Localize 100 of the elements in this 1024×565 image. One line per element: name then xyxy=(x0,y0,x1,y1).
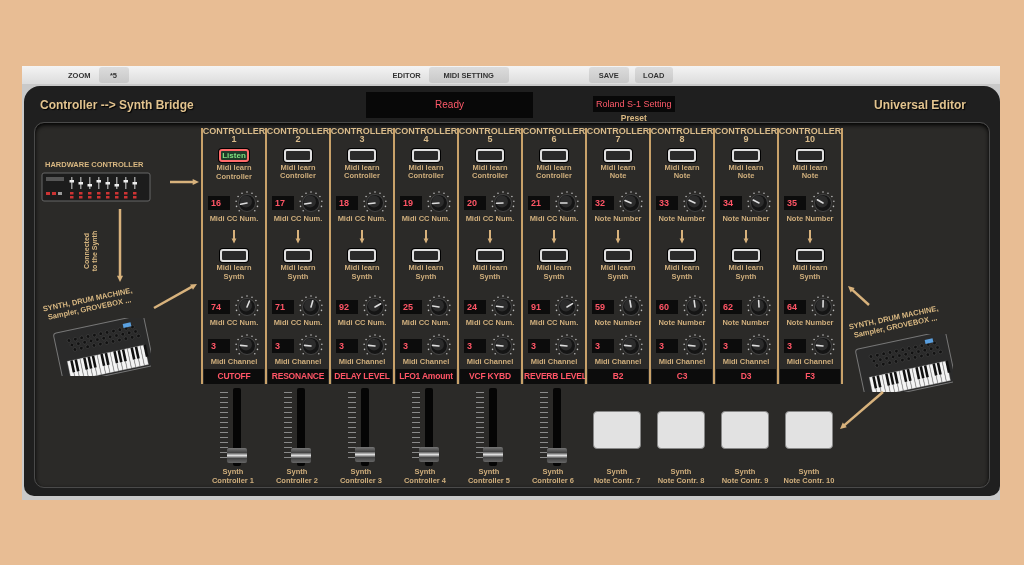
fader[interactable] xyxy=(412,387,438,466)
value-display: 92 xyxy=(336,300,358,314)
value-display: 17 xyxy=(272,195,294,210)
learn-button[interactable] xyxy=(732,149,760,162)
parameter-name: CUTOFF xyxy=(204,369,264,384)
fader-thumb[interactable] xyxy=(355,447,375,463)
value-display: 3 xyxy=(656,339,678,353)
learn-button[interactable] xyxy=(476,249,504,262)
value-display: 3 xyxy=(784,339,806,353)
value-display: 60 xyxy=(656,300,678,314)
learn-button[interactable] xyxy=(732,249,760,262)
value-display: 32 xyxy=(592,195,614,210)
value-display: 3 xyxy=(592,339,614,353)
note-pad[interactable] xyxy=(785,410,833,449)
parameter-name: RESONANCE xyxy=(268,369,328,384)
learn-button[interactable] xyxy=(796,249,824,262)
value-display: 18 xyxy=(336,195,358,210)
arrow-icon xyxy=(115,208,125,284)
parameter-name: VCF KYBD xyxy=(460,369,520,384)
header-label: CONTROLLER xyxy=(266,127,330,136)
value-display: 59 xyxy=(592,300,614,314)
value-display: 91 xyxy=(528,300,550,314)
controller-number: 6 xyxy=(551,135,557,144)
controller-number: 4 xyxy=(423,135,429,144)
value-display: 33 xyxy=(656,195,678,210)
note-pad[interactable] xyxy=(721,410,769,449)
note-pad[interactable] xyxy=(593,410,641,449)
controller-number: 1 xyxy=(231,135,237,144)
learn-button[interactable] xyxy=(220,249,248,262)
header-label: CONTROLLER xyxy=(650,127,714,136)
value-display: 62 xyxy=(720,300,742,314)
arrow-icon xyxy=(839,391,885,431)
header-label: CONTROLLER xyxy=(778,127,842,136)
arrow-icon xyxy=(169,177,201,187)
learn-button[interactable] xyxy=(604,249,632,262)
controller-number: 7 xyxy=(615,135,621,144)
fader-thumb[interactable] xyxy=(291,448,311,463)
fader-thumb[interactable] xyxy=(227,448,247,463)
learn-button[interactable] xyxy=(348,149,376,162)
controller-number: 3 xyxy=(359,135,365,144)
value-display: 3 xyxy=(272,339,294,353)
value-display: 35 xyxy=(784,195,806,210)
learn-button[interactable] xyxy=(668,249,696,262)
header-label: CONTROLLER xyxy=(458,127,522,136)
preset-label: Preset xyxy=(620,112,647,123)
value-display: 34 xyxy=(720,195,742,210)
header-label: CONTROLLER xyxy=(394,127,458,136)
controller-number: 10 xyxy=(805,135,815,144)
value-display: 16 xyxy=(208,196,230,210)
learn-button[interactable] xyxy=(540,249,568,262)
header-label: CONTROLLER xyxy=(522,127,586,136)
controller-number: 8 xyxy=(679,135,685,144)
learn-button[interactable] xyxy=(604,149,632,162)
fader[interactable] xyxy=(348,387,374,466)
learn-button[interactable] xyxy=(476,149,504,162)
value-display: 64 xyxy=(784,300,806,314)
value-display: 3 xyxy=(400,339,422,353)
learn-button[interactable] xyxy=(284,149,312,162)
learn-button[interactable] xyxy=(540,149,568,162)
value-display: 20 xyxy=(464,195,486,210)
fader[interactable] xyxy=(284,387,310,466)
fader-thumb[interactable] xyxy=(547,448,567,463)
fader-thumb[interactable] xyxy=(419,446,439,462)
value-display: 24 xyxy=(464,300,486,314)
header-label: CONTROLLER xyxy=(202,127,266,136)
parameter-name: C3 xyxy=(652,369,712,384)
learn-button[interactable] xyxy=(348,249,376,262)
controller-number: 2 xyxy=(295,135,301,144)
status-display: Ready xyxy=(366,92,533,118)
parameter-name: LFO1 Amount xyxy=(396,369,456,384)
controller-number: 9 xyxy=(743,135,749,144)
learn-button[interactable] xyxy=(668,149,696,162)
parameter-name: REVERB LEVEL xyxy=(524,369,584,384)
app-title: Universal Editor xyxy=(873,98,966,112)
learn-button[interactable] xyxy=(412,249,440,262)
note-pad[interactable] xyxy=(657,410,705,449)
value-display: 19 xyxy=(400,195,422,210)
value-display: 3 xyxy=(528,339,550,353)
parameter-name: DELAY LEVEL xyxy=(332,369,392,384)
arrow-icon xyxy=(847,285,871,307)
value-display: 3 xyxy=(208,339,230,353)
value-display: 3 xyxy=(336,339,358,353)
value-display: 25 xyxy=(400,300,422,314)
learn-button[interactable] xyxy=(796,149,824,162)
parameter-name: F3 xyxy=(780,369,840,384)
value-display: 21 xyxy=(528,195,550,210)
value-display: 74 xyxy=(208,300,230,314)
learn-button[interactable] xyxy=(284,249,312,262)
learn-button[interactable]: Listen xyxy=(219,149,249,162)
fader[interactable] xyxy=(540,387,566,466)
parameter-name: B2 xyxy=(588,369,648,384)
preset-display[interactable]: Roland S-1 Setting xyxy=(593,95,675,112)
fader[interactable] xyxy=(476,387,502,466)
value-display: 3 xyxy=(464,339,486,353)
fader-thumb[interactable] xyxy=(483,446,503,462)
controller-number: 5 xyxy=(487,135,493,144)
fader[interactable] xyxy=(220,387,246,466)
panel-title: Controller --> Synth Bridge xyxy=(40,98,195,112)
learn-button[interactable] xyxy=(412,149,440,162)
header-label: CONTROLLER xyxy=(330,127,394,136)
